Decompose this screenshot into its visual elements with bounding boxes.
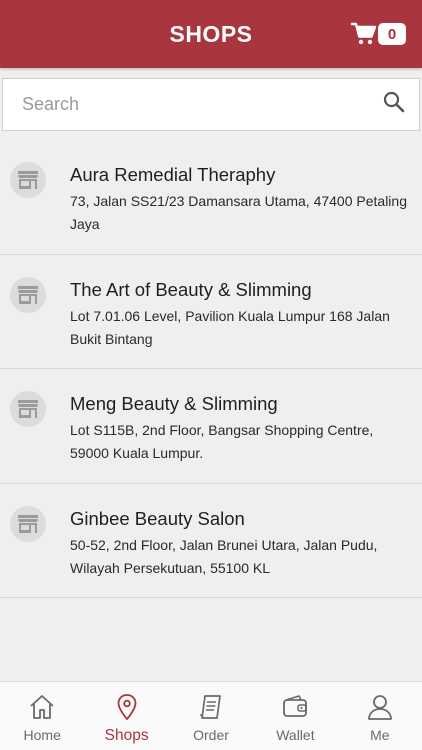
shop-list-item[interactable]: Aura Remedial Theraphy 73, Jalan SS21/23… xyxy=(0,140,422,255)
shop-list-item[interactable]: The Art of Beauty & Slimming Lot 7.01.06… xyxy=(0,255,422,369)
tab-me[interactable]: Me xyxy=(338,682,422,750)
tab-label: Wallet xyxy=(276,727,315,743)
tab-label: Shops xyxy=(104,727,149,744)
tab-order[interactable]: Order xyxy=(169,682,253,750)
search-button[interactable] xyxy=(369,79,419,130)
bottom-tab-bar: Home Shops Order Wallet Me xyxy=(0,681,422,750)
store-icon xyxy=(10,162,46,198)
tab-label: Me xyxy=(370,727,390,743)
wallet-icon xyxy=(281,693,309,721)
shop-name: The Art of Beauty & Slimming xyxy=(70,278,312,300)
search-bar xyxy=(2,78,420,131)
shop-address: Lot 7.01.06 Level, Pavilion Kuala Lumpur… xyxy=(70,307,390,347)
person-icon xyxy=(366,693,394,721)
shop-name: Aura Remedial Theraphy xyxy=(70,164,276,185)
shop-address: Lot S115B, 2nd Floor, Bangsar Shopping C… xyxy=(70,422,374,461)
tab-label: Home xyxy=(23,727,61,743)
shop-name: Meng Beauty & Slimming xyxy=(70,393,278,414)
search-input[interactable] xyxy=(3,79,369,130)
store-icon xyxy=(10,505,46,542)
home-icon xyxy=(28,693,56,721)
cart-button[interactable]: 0 xyxy=(351,21,406,47)
tab-label: Order xyxy=(193,727,229,743)
page-title: SHOPS xyxy=(169,20,253,47)
tab-shops[interactable]: Shops xyxy=(84,682,168,750)
store-icon xyxy=(10,391,46,427)
shop-list-item[interactable]: Meng Beauty & Slimming Lot S115B, 2nd Fl… xyxy=(0,369,422,484)
shop-address: 50-52, 2nd Floor, Jalan Brunei Utara, Ja… xyxy=(70,536,378,576)
location-pin-icon xyxy=(113,693,141,721)
app-header: SHOPS 0 xyxy=(0,0,422,68)
shop-list: Aura Remedial Theraphy 73, Jalan SS21/23… xyxy=(0,140,422,598)
shop-address: 73, Jalan SS21/23 Damansara Utama, 47400… xyxy=(70,193,407,232)
shop-name: Ginbee Beauty Salon xyxy=(70,507,245,529)
tab-home[interactable]: Home xyxy=(0,682,84,750)
receipt-icon xyxy=(197,693,225,721)
shop-list-item[interactable]: Ginbee Beauty Salon 50-52, 2nd Floor, Ja… xyxy=(0,484,422,598)
search-icon xyxy=(383,91,405,118)
shopping-cart-icon xyxy=(351,22,377,46)
store-icon xyxy=(10,276,46,313)
cart-count-badge: 0 xyxy=(378,23,406,45)
tab-wallet[interactable]: Wallet xyxy=(253,682,337,750)
